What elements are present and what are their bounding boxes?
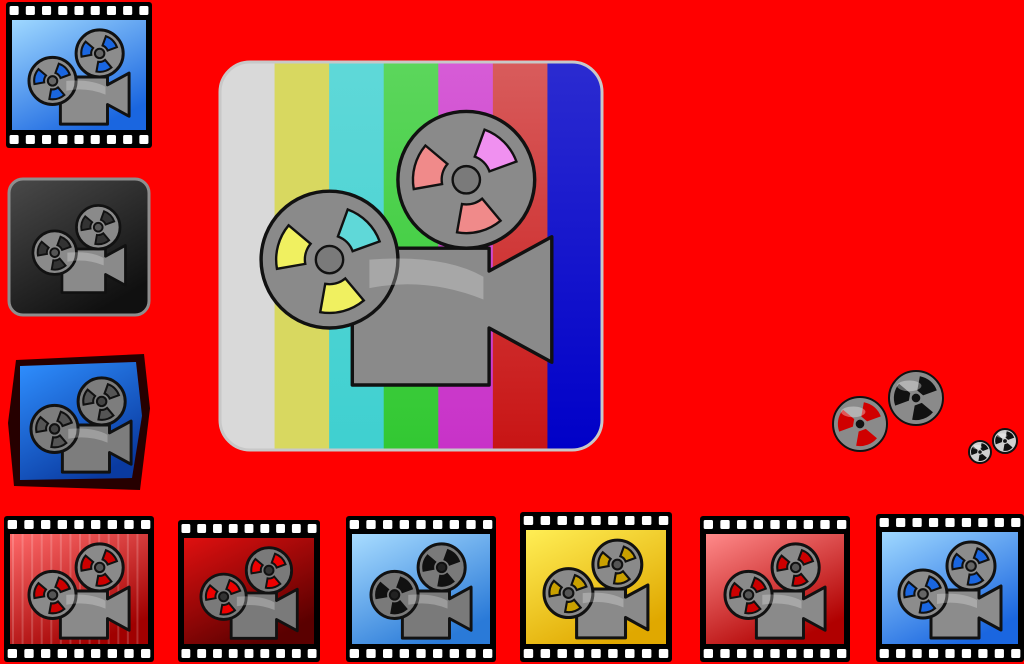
sprocket-row <box>349 520 493 529</box>
color-bar <box>547 62 602 450</box>
sprocket-row <box>9 135 149 144</box>
reel-icon <box>396 109 537 250</box>
sprocket-row <box>703 649 847 658</box>
sprocket-row <box>523 649 669 658</box>
sprocket-row <box>9 6 149 15</box>
sprocket-row <box>879 518 1021 527</box>
film-camera-icon-blue-top <box>6 2 152 148</box>
reel-icon <box>76 376 127 427</box>
film-camera-icon-yellow <box>520 512 672 662</box>
film-camera-icon-dark-red <box>178 520 320 662</box>
film-camera-icon-red-streaks <box>4 516 154 662</box>
sprocket-row <box>181 524 317 533</box>
reel-icon <box>244 546 294 595</box>
film-reel-icon-small <box>992 428 1018 454</box>
projector-icon-blue-ragged <box>8 350 154 496</box>
reel-icon <box>75 204 122 251</box>
reel-icon <box>416 542 467 593</box>
sprocket-row <box>7 520 151 529</box>
sprocket-row <box>349 649 493 658</box>
reel-icon <box>770 542 821 593</box>
sprocket-row <box>523 516 669 525</box>
film-camera-icon-light-blue <box>346 516 496 662</box>
sprocket-row <box>7 649 151 658</box>
camera-icon-gray-rounded <box>7 177 151 317</box>
film-reel-icon-red-hub <box>832 396 888 452</box>
sprocket-row <box>181 649 317 658</box>
sprocket-row <box>879 649 1021 658</box>
reel-icon <box>74 542 125 593</box>
sprocket-row <box>703 520 847 529</box>
film-reel-icon-large <box>888 370 944 426</box>
video-camera-color-bars-icon <box>218 60 604 452</box>
film-camera-icon-red-gradient <box>700 516 850 662</box>
film-camera-icon-blue-right <box>876 514 1024 662</box>
film-reel-icon-tiny <box>968 440 992 464</box>
tile-frame <box>7 177 151 317</box>
reel-icon <box>74 28 125 79</box>
reel-icon <box>945 540 997 592</box>
reel-icon <box>591 538 644 591</box>
hero-icon <box>218 60 604 452</box>
